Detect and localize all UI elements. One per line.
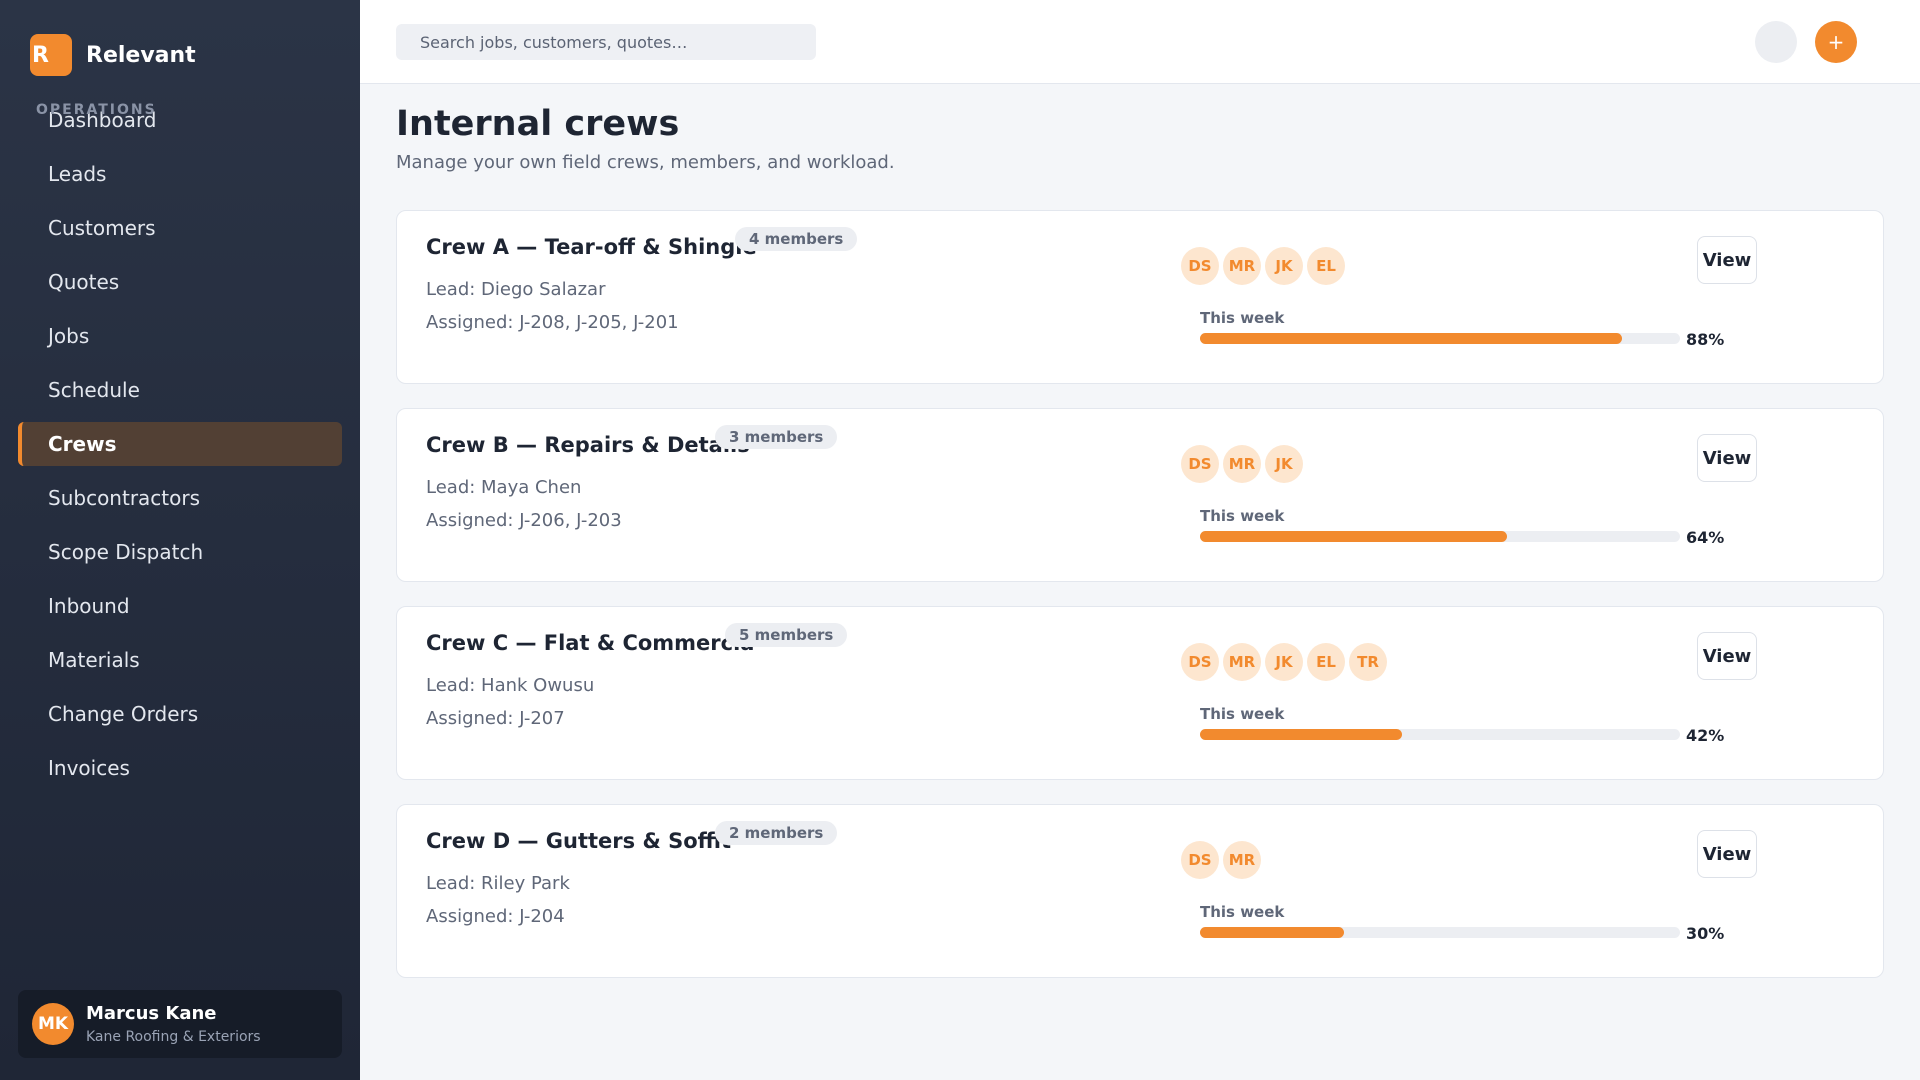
crew-name: Crew D — Gutters & Soffit [426, 829, 732, 853]
member-avatar: MR [1223, 247, 1261, 285]
workload-bar [1200, 531, 1680, 542]
crew-assigned: Assigned: J-206, J-203 [426, 510, 622, 531]
sidebar-item-schedule[interactable]: Schedule [18, 368, 342, 412]
user-company: Kane Roofing & Exteriors [86, 1029, 261, 1045]
members-badge: 5 members [725, 623, 848, 647]
member-avatar: EL [1307, 247, 1345, 285]
crew-name: Crew A — Tear-off & Shingle [426, 235, 756, 259]
workload-bar-fill [1200, 729, 1402, 740]
workload-bar [1200, 333, 1680, 344]
workload-bar-fill [1200, 927, 1344, 938]
member-avatar: MR [1223, 841, 1261, 879]
crew-name: Crew B — Repairs & Details [426, 433, 750, 457]
crew-lead: Lead: Hank Owusu [426, 675, 595, 696]
members-badge: 2 members [715, 821, 838, 845]
brand-logo: R [30, 34, 72, 76]
week-label: This week [1200, 903, 1285, 921]
workload-percent: 64% [1686, 528, 1725, 547]
brand-name: Relevant [86, 42, 196, 68]
member-avatar: MR [1223, 445, 1261, 483]
workload-percent: 30% [1686, 924, 1725, 943]
user-info: Marcus Kane Kane Roofing & Exteriors [86, 1003, 261, 1045]
member-avatar: JK [1265, 247, 1303, 285]
crew-name: Crew C — Flat & Commercial [426, 631, 756, 655]
workload-percent: 88% [1686, 330, 1725, 349]
member-avatars: DS MR JK EL [1181, 247, 1349, 285]
sidebar-item-quotes[interactable]: Quotes [18, 260, 342, 304]
workload-bar [1200, 729, 1680, 740]
member-avatar: DS [1181, 841, 1219, 879]
crew-card: Crew C — Flat & Commercial 5 members Lea… [396, 606, 1884, 780]
brand[interactable]: R Relevant [30, 34, 196, 76]
sidebar-item-jobs[interactable]: Jobs [18, 314, 342, 358]
view-button[interactable]: View [1697, 236, 1757, 284]
member-avatar: MR [1223, 643, 1261, 681]
sidebar-item-scope-dispatch[interactable]: Scope Dispatch [18, 530, 342, 574]
week-label: This week [1200, 309, 1285, 327]
sidebar-item-subcontractors[interactable]: Subcontractors [18, 476, 342, 520]
crew-assigned: Assigned: J-204 [426, 906, 565, 927]
member-avatar: JK [1265, 643, 1303, 681]
sidebar-section-label: OPERATIONS [36, 102, 157, 118]
sidebar-item-invoices[interactable]: Invoices [18, 746, 342, 790]
sidebar-item-inbound[interactable]: Inbound [18, 584, 342, 628]
user-name: Marcus Kane [86, 1003, 217, 1024]
member-avatars: DS MR JK EL TR [1181, 643, 1391, 681]
crew-card: Crew A — Tear-off & Shingle 4 members Le… [396, 210, 1884, 384]
sidebar-item-leads[interactable]: Leads [18, 152, 342, 196]
workload-bar [1200, 927, 1680, 938]
search-input[interactable] [396, 24, 816, 60]
member-avatar: EL [1307, 643, 1345, 681]
view-button[interactable]: View [1697, 830, 1757, 878]
member-avatar: DS [1181, 643, 1219, 681]
view-button[interactable]: View [1697, 434, 1757, 482]
members-badge: 4 members [735, 227, 858, 251]
crew-card: Crew B — Repairs & Details 3 members Lea… [396, 408, 1884, 582]
workload-bar-fill [1200, 531, 1508, 542]
member-avatar: DS [1181, 445, 1219, 483]
member-avatar: TR [1349, 643, 1387, 681]
member-avatars: DS MR JK [1181, 445, 1307, 483]
member-avatars: DS MR [1181, 841, 1265, 879]
crew-card: Crew D — Gutters & Soffit 2 members Lead… [396, 804, 1884, 978]
crew-lead: Lead: Riley Park [426, 873, 570, 894]
sidebar-nav: Dashboard Leads Customers Quotes Jobs Sc… [18, 98, 342, 800]
crew-assigned: Assigned: J-207 [426, 708, 565, 729]
member-avatar: DS [1181, 247, 1219, 285]
view-button[interactable]: View [1697, 632, 1757, 680]
page-title: Internal crews [396, 104, 680, 144]
workload-bar-fill [1200, 333, 1623, 344]
crew-lead: Lead: Diego Salazar [426, 279, 606, 300]
members-badge: 3 members [715, 425, 838, 449]
notifications-button[interactable] [1755, 21, 1797, 63]
sidebar-item-crews[interactable]: Crews [18, 422, 342, 466]
sidebar-item-change-orders[interactable]: Change Orders [18, 692, 342, 736]
workload-percent: 42% [1686, 726, 1725, 745]
member-avatar: JK [1265, 445, 1303, 483]
add-button[interactable]: + [1815, 21, 1857, 63]
crew-assigned: Assigned: J-208, J-205, J-201 [426, 312, 679, 333]
sidebar-item-materials[interactable]: Materials [18, 638, 342, 682]
page-subtitle: Manage your own field crews, members, an… [396, 152, 895, 173]
sidebar-item-customers[interactable]: Customers [18, 206, 342, 250]
sidebar: R Relevant Dashboard Leads Customers Quo… [0, 0, 360, 1080]
week-label: This week [1200, 507, 1285, 525]
week-label: This week [1200, 705, 1285, 723]
crew-lead: Lead: Maya Chen [426, 477, 582, 498]
topbar: + [360, 0, 1920, 84]
user-card[interactable]: MK Marcus Kane Kane Roofing & Exteriors [18, 990, 342, 1058]
avatar: MK [32, 1003, 74, 1045]
